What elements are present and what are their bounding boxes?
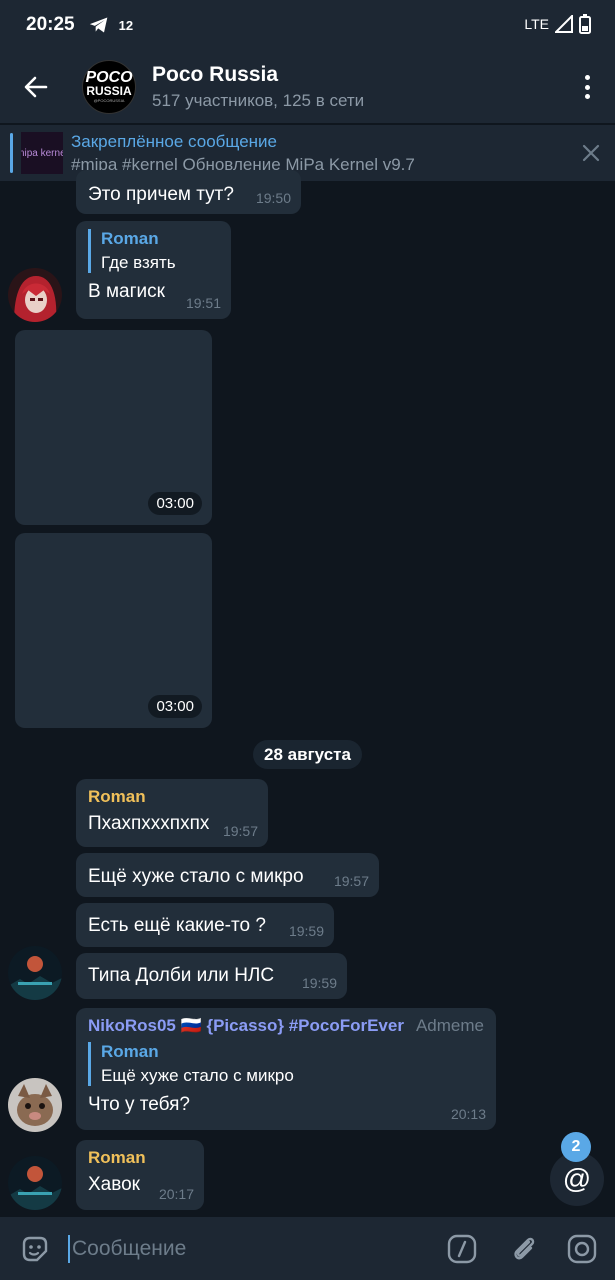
moon-avatar-icon <box>8 1156 62 1210</box>
message-text: Пхахпхххпхпх <box>88 813 210 834</box>
avatar-logo-line1: POCO <box>85 69 133 86</box>
status-bar: 20:25 12 LTE <box>0 0 615 50</box>
message-bubble[interactable]: Roman Пхахпхххпхпх 19:57 <box>76 779 268 847</box>
sender-role: Admeme <box>415 1016 484 1035</box>
more-vert-dot <box>584 84 590 90</box>
message-text: Что у тебя? <box>88 1094 190 1115</box>
message-bubble[interactable]: Ещё хуже стало с микро 19:57 <box>76 853 379 897</box>
arrow-left-icon <box>24 76 48 97</box>
group-avatar[interactable]: POCO RUSSIA @POCORUSSIA <box>82 59 136 114</box>
message-time: 19:51 <box>185 295 221 311</box>
message-time: 20:13 <box>450 1106 486 1122</box>
reply-author: Roman <box>101 229 159 248</box>
network-type: LTE <box>524 16 549 32</box>
sender-name: NikoRos05 🇷🇺 {Picasso} #PocoForEver <box>88 1016 404 1035</box>
pinned-indicator <box>10 133 13 173</box>
avatar-logo-line3: @POCORUSSIA <box>93 98 125 103</box>
message-text: Есть ещё какие-то ? <box>88 915 266 936</box>
back-button[interactable] <box>0 50 72 123</box>
message-input-bar: Сообщение <box>0 1217 615 1280</box>
message-sender[interactable]: NikoRos05 🇷🇺 {Picasso} #PocoForEver Adme… <box>88 1016 484 1036</box>
video-duration: 03:00 <box>148 492 202 515</box>
date-separator: 28 августа <box>253 740 362 769</box>
emoji-button[interactable] <box>18 1232 52 1266</box>
video-message[interactable]: 03:00 <box>15 330 212 525</box>
message-bubble[interactable]: Roman Где взять В магиск 19:51 <box>76 221 231 319</box>
reply-text: Ещё хуже стало с микро <box>101 1066 294 1085</box>
message-time: 19:57 <box>333 873 369 889</box>
message-time: 19:50 <box>255 190 291 206</box>
message-time: 19:59 <box>288 923 324 939</box>
signal-icon <box>555 15 573 33</box>
message-text: Ещё хуже стало с микро <box>88 866 304 887</box>
at-icon: @ <box>562 1163 592 1194</box>
notification-count: 12 <box>118 17 134 33</box>
message-bubble[interactable]: NikoRos05 🇷🇺 {Picasso} #PocoForEver Adme… <box>76 1008 496 1130</box>
message-bubble[interactable]: Типа Долби или НЛС 19:59 <box>76 953 347 999</box>
mention-count-badge: 2 <box>561 1132 591 1162</box>
anime-avatar-icon <box>8 268 62 322</box>
message-bubble[interactable]: Это причем тут? 19:50 <box>76 170 301 214</box>
video-message[interactable]: 03:00 <box>15 533 212 728</box>
status-time: 20:25 <box>26 14 75 35</box>
slash-command-icon <box>447 1234 477 1264</box>
message-text: В магиск <box>88 281 165 302</box>
status-right: LTE <box>524 14 591 34</box>
message-sender[interactable]: Roman <box>88 787 256 807</box>
message-bubble[interactable]: Roman Хавок 20:17 <box>76 1140 204 1210</box>
pinned-thumbnail: mipa kernel <box>21 132 63 174</box>
avatar[interactable] <box>8 1156 62 1210</box>
pinned-title: Закреплённое сообщение <box>71 131 277 151</box>
more-vert-dot <box>584 94 590 99</box>
chat-header: POCO RUSSIA @POCORUSSIA Poco Russia 517 … <box>0 50 615 123</box>
reply-text: Где взять <box>101 253 176 272</box>
group-subtitle: 517 участников, 125 в сети <box>152 90 365 110</box>
message-text: Это причем тут? <box>88 184 234 205</box>
header-info[interactable]: Poco Russia 517 участников, 125 в сети <box>152 63 364 111</box>
message-text: Типа Долби или НЛС <box>88 965 275 986</box>
paperclip-icon <box>514 1237 535 1260</box>
video-duration: 03:00 <box>148 695 202 718</box>
battery-icon <box>579 14 591 34</box>
message-time: 20:17 <box>158 1186 194 1202</box>
message-input[interactable]: Сообщение <box>68 1235 186 1263</box>
message-text: Хавок <box>88 1174 140 1195</box>
reply-author: Roman <box>101 1042 159 1061</box>
camera-button[interactable] <box>565 1232 599 1266</box>
reply-quote[interactable]: Roman Ещё хуже стало с микро <box>88 1042 484 1086</box>
message-bubble[interactable]: Есть ещё какие-то ? 19:59 <box>76 903 334 947</box>
attach-button[interactable] <box>507 1232 541 1266</box>
message-sender[interactable]: Roman <box>88 1148 192 1168</box>
avatar[interactable] <box>8 946 62 1000</box>
message-time: 19:59 <box>301 975 337 991</box>
avatar[interactable] <box>8 268 62 322</box>
instagram-camera-icon <box>567 1234 597 1264</box>
bat-avatar-icon <box>8 1078 62 1132</box>
message-time: 19:57 <box>222 823 258 839</box>
close-icon[interactable] <box>581 143 601 163</box>
telegram-icon <box>89 17 107 33</box>
group-title: Poco Russia <box>152 62 279 86</box>
moon-avatar-icon <box>8 946 62 1000</box>
more-vert-icon <box>584 75 590 80</box>
reply-quote[interactable]: Roman Где взять <box>88 229 219 273</box>
sticker-smile-icon <box>22 1236 48 1262</box>
bot-commands-button[interactable] <box>445 1232 479 1266</box>
pinned-text-block: Закреплённое сообщение #mipa #kernel Обн… <box>71 132 415 175</box>
avatar-logo-line2: RUSSIA <box>86 84 132 98</box>
avatar[interactable] <box>8 1078 62 1132</box>
more-menu-button[interactable] <box>575 72 599 102</box>
